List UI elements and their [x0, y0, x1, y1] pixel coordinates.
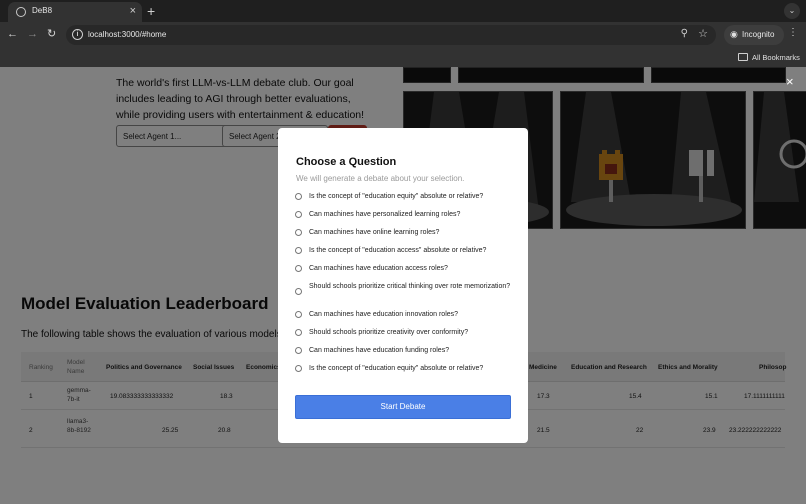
- radio-button[interactable]: [295, 247, 302, 254]
- folder-icon: [738, 53, 748, 61]
- question-label[interactable]: Can machines have education access roles…: [309, 264, 514, 274]
- kebab-menu-icon[interactable]: ⋮: [788, 27, 798, 38]
- new-tab-button[interactable]: +: [147, 2, 155, 20]
- question-label[interactable]: Should schools prioritize critical think…: [309, 282, 514, 292]
- radio-button[interactable]: [295, 311, 302, 318]
- choose-question-modal: Choose a Question We will generate a deb…: [278, 128, 528, 443]
- question-label[interactable]: Can machines have personalized learning …: [309, 210, 514, 220]
- tab-close-icon[interactable]: ×: [130, 4, 136, 18]
- back-arrow-icon[interactable]: ←: [7, 27, 18, 41]
- question-label[interactable]: Is the concept of "education access" abs…: [309, 246, 514, 256]
- address-bar[interactable]: i localhost:3000/#home ⚲ ☆: [66, 25, 716, 45]
- globe-icon: [16, 7, 26, 17]
- radio-button[interactable]: [295, 347, 302, 354]
- question-label[interactable]: Should schools prioritize creativity ove…: [309, 328, 514, 338]
- question-label[interactable]: Is the concept of "education equity" abs…: [309, 364, 514, 374]
- radio-button[interactable]: [295, 329, 302, 336]
- modal-subtitle: We will generate a debate about your sel…: [296, 174, 465, 183]
- browser-toolbar: ← → ↻ i localhost:3000/#home ⚲ ☆ ◉ Incog…: [0, 22, 806, 48]
- radio-button[interactable]: [295, 265, 302, 272]
- reload-icon[interactable]: ↻: [47, 27, 56, 41]
- tab-title: DeB8: [32, 6, 53, 15]
- incognito-icon: ◉: [730, 29, 738, 39]
- incognito-indicator[interactable]: ◉ Incognito: [724, 25, 784, 45]
- browser-tab-bar: DeB8 × + ⌄: [0, 0, 806, 22]
- radio-button[interactable]: [295, 229, 302, 236]
- incognito-label: Incognito: [742, 30, 775, 39]
- tab-search-chevron-icon[interactable]: ⌄: [784, 3, 800, 19]
- radio-button[interactable]: [295, 288, 302, 295]
- question-label[interactable]: Is the concept of "education equity" abs…: [309, 192, 514, 202]
- site-info-icon[interactable]: i: [72, 29, 83, 40]
- all-bookmarks-link[interactable]: All Bookmarks: [752, 53, 800, 62]
- bookmark-star-icon[interactable]: ☆: [698, 27, 708, 40]
- browser-tab[interactable]: DeB8 ×: [8, 2, 142, 22]
- modal-title: Choose a Question: [296, 156, 397, 168]
- zoom-icon[interactable]: ⚲: [681, 28, 688, 39]
- question-label[interactable]: Can machines have online learning roles?: [309, 228, 514, 238]
- close-icon[interactable]: ×: [786, 75, 794, 88]
- question-label[interactable]: Can machines have education innovation r…: [309, 310, 514, 320]
- forward-arrow-icon[interactable]: →: [27, 27, 38, 41]
- radio-button[interactable]: [295, 211, 302, 218]
- bookmarks-bar: All Bookmarks: [0, 48, 806, 67]
- radio-button[interactable]: [295, 365, 302, 372]
- start-debate-button[interactable]: Start Debate: [295, 395, 511, 419]
- question-label[interactable]: Can machines have education funding role…: [309, 346, 514, 356]
- radio-button[interactable]: [295, 193, 302, 200]
- url-text[interactable]: localhost:3000/#home: [88, 30, 166, 39]
